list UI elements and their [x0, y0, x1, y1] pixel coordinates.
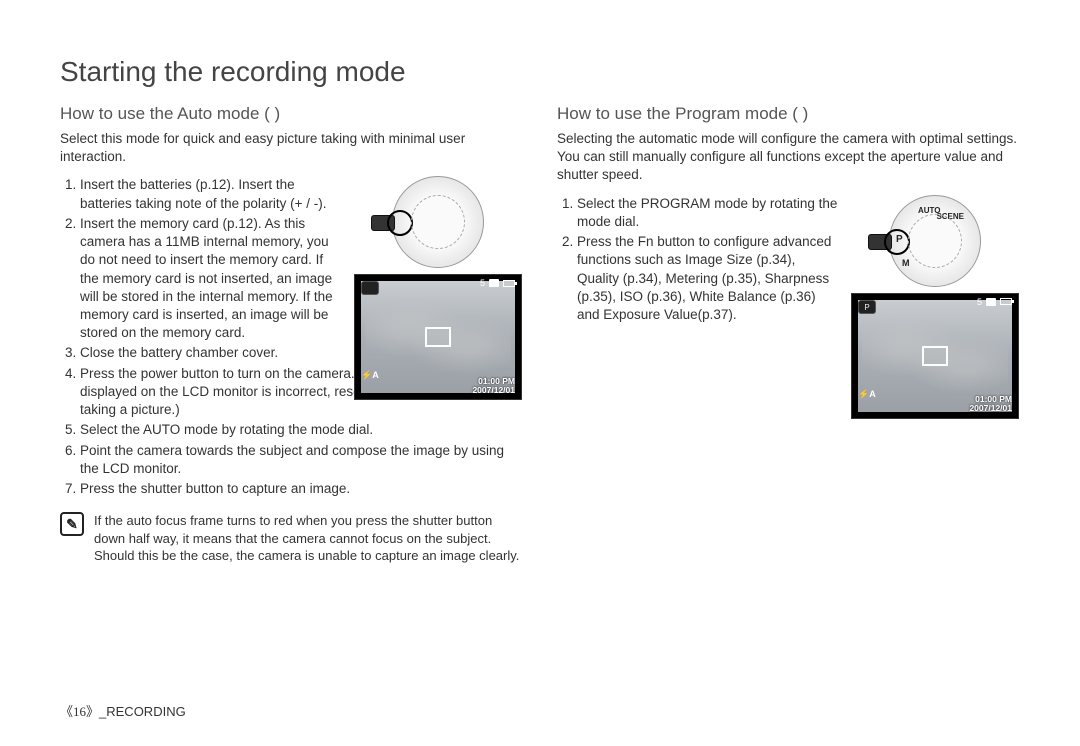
- battery-icon: [1000, 298, 1012, 305]
- dial-label-scene: SCENE: [936, 212, 964, 221]
- manual-page: Starting the recording mode How to use t…: [0, 0, 1080, 746]
- footer-section: _RECORDING: [99, 704, 186, 719]
- program-mode-section: How to use the Program mode ( ) Selectin…: [557, 104, 1020, 565]
- program-mode-intro: Selecting the automatic mode will conﬁgu…: [557, 130, 1020, 185]
- lcd-date: 2007/12/01: [969, 404, 1012, 413]
- note-icon: ✎: [60, 512, 84, 536]
- auto-mode-section: How to use the Auto mode ( ) Select this…: [60, 104, 523, 565]
- note-glyph: ✎: [66, 516, 78, 533]
- auto-steps-with-figure: ⚡A 5 01:00 PM 2007/12/01: [60, 176, 523, 498]
- auto-step: Press the shutter button to capture an i…: [80, 480, 523, 498]
- lcd-flash-icon: ⚡A: [858, 389, 876, 400]
- lcd-mode-icon: [361, 281, 379, 295]
- lcd-date: 2007/12/01: [472, 386, 515, 395]
- dial-label-m: M: [902, 258, 910, 268]
- mode-dial-illustration: P AUTO SCENE M: [889, 195, 981, 287]
- lcd-preview-program: P ⚡A 5 01:00 PM 2007/12/01: [851, 293, 1019, 419]
- program-steps-with-figure: P AUTO SCENE M P ⚡A 5: [557, 195, 1020, 325]
- card-icon: [986, 298, 996, 306]
- battery-icon: [503, 280, 515, 287]
- page-footer: 《16》_RECORDING: [60, 701, 186, 720]
- page-title: Starting the recording mode: [60, 56, 1020, 88]
- auto-step: Point the camera towards the subject and…: [80, 442, 523, 478]
- auto-note-text: If the auto focus frame turns to red whe…: [94, 512, 523, 565]
- lcd-status-bar: 5: [480, 278, 515, 288]
- program-mode-heading: How to use the Program mode ( ): [557, 104, 1020, 124]
- lcd-focus-frame: [425, 327, 451, 347]
- program-figure-stack: P AUTO SCENE M P ⚡A 5: [850, 195, 1020, 419]
- auto-mode-intro: Select this mode for quick and easy pict…: [60, 130, 523, 166]
- page-number: 《16》: [60, 704, 99, 719]
- lcd-status-bar: 5: [977, 297, 1012, 307]
- lcd-flash-icon: ⚡A: [361, 370, 379, 381]
- lcd-focus-frame: [922, 346, 948, 366]
- card-icon: [489, 279, 499, 287]
- lcd-preview-auto: ⚡A 5 01:00 PM 2007/12/01: [354, 274, 522, 400]
- two-column-layout: How to use the Auto mode ( ) Select this…: [60, 104, 1020, 565]
- dial-label-auto: AUTO: [918, 206, 941, 215]
- mode-dial-illustration: [392, 176, 484, 268]
- lcd-shot-count: 5: [480, 278, 485, 288]
- auto-step: Select the AUTO mode by rotating the mod…: [80, 421, 523, 439]
- auto-figure-stack: ⚡A 5 01:00 PM 2007/12/01: [353, 176, 523, 400]
- lcd-datetime: 01:00 PM 2007/12/01: [969, 395, 1012, 414]
- auto-mode-heading: How to use the Auto mode ( ): [60, 104, 523, 124]
- dial-highlight-circle: [387, 210, 413, 236]
- lcd-mode-icon: P: [858, 300, 876, 314]
- dial-letter-p: P: [896, 234, 903, 245]
- lcd-datetime: 01:00 PM 2007/12/01: [472, 377, 515, 396]
- lcd-shot-count: 5: [977, 297, 982, 307]
- auto-note: ✎ If the auto focus frame turns to red w…: [60, 512, 523, 565]
